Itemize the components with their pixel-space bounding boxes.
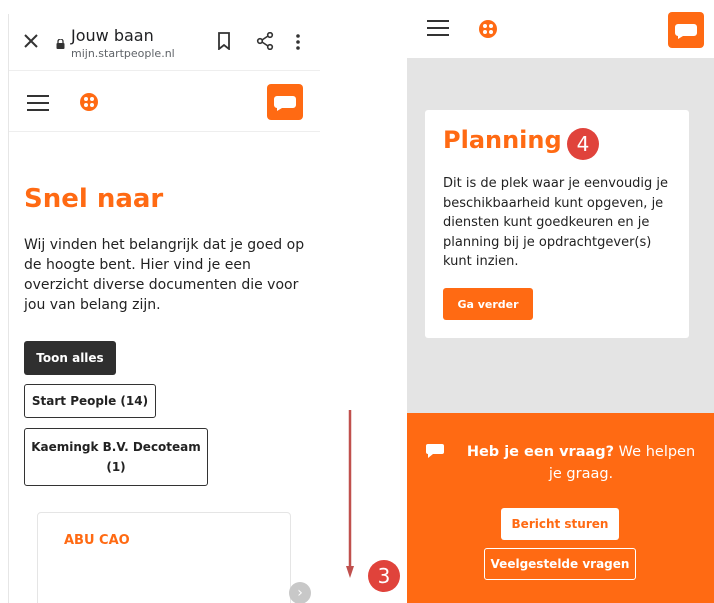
- chat-icon: [675, 24, 697, 39]
- send-message-button[interactable]: Bericht sturen: [501, 508, 619, 540]
- filter-start-people-button[interactable]: Start People (14): [24, 384, 156, 418]
- chat-icon: [426, 444, 444, 458]
- bookmark-icon[interactable]: [217, 32, 231, 50]
- step-marker-4: 4: [567, 128, 599, 160]
- browser-page-title: Jouw baan: [71, 26, 154, 45]
- site-header: [407, 0, 714, 58]
- more-vert-icon[interactable]: [295, 34, 301, 50]
- arrow-down-icon: [346, 410, 354, 578]
- right-phone-screen: Planning 4 Dit is de plek waar je eenvou…: [407, 0, 714, 603]
- help-question: Heb je een vraag? We helpen je graag.: [461, 441, 701, 485]
- document-card-title: ABU CAO: [64, 533, 130, 548]
- faq-button[interactable]: Veelgestelde vragen: [484, 548, 636, 580]
- step-marker-3: 3: [368, 560, 400, 592]
- lock-icon: [56, 39, 65, 49]
- site-header: [9, 70, 320, 132]
- filter-kaemingk-label: Kaemingk B.V. Decoteam: [31, 440, 201, 454]
- filter-all-button[interactable]: Toon alles: [24, 341, 116, 375]
- intro-text: Wij vinden het belangrijk dat je goed op…: [24, 237, 305, 313]
- continue-button[interactable]: Ga verder: [443, 288, 533, 320]
- filter-kaemingk-button[interactable]: Kaemingk B.V. Decoteam (1): [24, 428, 208, 486]
- browser-url[interactable]: mijn.startpeople.nl: [71, 47, 175, 60]
- left-phone-screen: Jouw baan mijn.startpeople.nl Snel naar …: [8, 14, 320, 603]
- page-heading: Snel naar: [24, 184, 164, 214]
- hamburger-icon[interactable]: [427, 20, 449, 36]
- planning-card: Planning 4 Dit is de plek waar je eenvou…: [425, 110, 689, 338]
- help-question-bold: Heb je een vraag?: [466, 444, 615, 460]
- chat-icon: [274, 96, 296, 111]
- chat-button[interactable]: [267, 84, 303, 120]
- logo-icon[interactable]: [478, 19, 498, 39]
- browser-toolbar: Jouw baan mijn.startpeople.nl: [9, 14, 320, 70]
- chat-button[interactable]: [668, 12, 704, 48]
- close-icon[interactable]: [21, 31, 41, 51]
- planning-description: Dit is de plek waar je eenvoudig je besc…: [443, 176, 669, 269]
- logo-icon[interactable]: [79, 92, 99, 112]
- document-card[interactable]: ABU CAO: [37, 512, 291, 603]
- chevron-right-icon[interactable]: ›: [289, 582, 311, 603]
- help-section: Heb je een vraag? We helpen je graag. Be…: [407, 413, 714, 603]
- filter-kaemingk-count: (1): [106, 460, 126, 474]
- planning-title: Planning: [443, 126, 562, 154]
- hamburger-icon[interactable]: [27, 95, 49, 111]
- share-icon[interactable]: [256, 32, 274, 50]
